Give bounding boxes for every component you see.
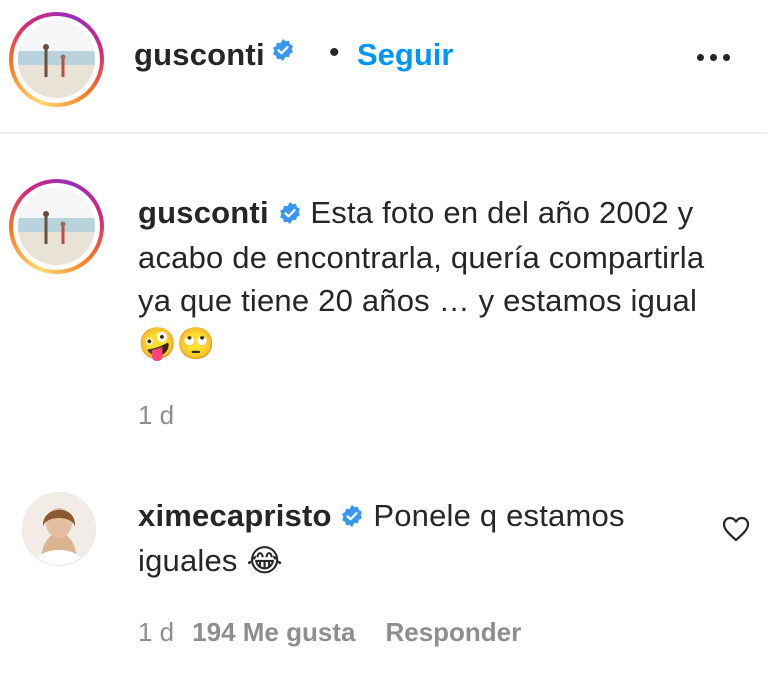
commenter-photo <box>23 493 95 565</box>
emoji-tears-of-joy: 😂 <box>246 542 283 578</box>
commenter-username[interactable]: ximecapristo <box>138 498 332 533</box>
reply-button[interactable]: Responder <box>385 617 521 647</box>
beach-photo <box>18 21 95 98</box>
beach-photo <box>18 188 95 265</box>
caption-meta: 1 d <box>138 400 174 431</box>
separator-dot: • <box>329 36 340 69</box>
verified-badge-icon <box>340 496 364 539</box>
username[interactable]: gusconti <box>134 37 265 72</box>
comment-meta: 1 d 194 Me gusta Responder <box>138 617 521 648</box>
caption-time: 1 d <box>138 400 175 430</box>
post-header: gusconti • Seguir <box>0 0 767 110</box>
heart-icon[interactable] <box>722 516 750 542</box>
caption-username[interactable]: gusconti <box>138 195 269 230</box>
emoji-zany-rolling-eyes: 🤪🙄 <box>138 325 216 361</box>
comment-text-block: ximecapristo Ponele q estamos iguales 😂 <box>138 494 698 585</box>
follow-button[interactable]: Seguir <box>357 35 453 75</box>
avatar[interactable] <box>9 12 104 107</box>
comment-time: 1 d <box>138 617 175 647</box>
divider <box>0 132 767 134</box>
caption-text-block: gusconti Esta foto en del año 2002 y aca… <box>138 191 738 368</box>
verified-badge-icon <box>271 38 295 78</box>
like-count[interactable]: 194 Me gusta <box>192 617 355 647</box>
verified-badge-icon <box>278 193 302 236</box>
more-dots-icon[interactable] <box>690 48 740 68</box>
commenter-avatar[interactable] <box>22 492 96 566</box>
caption-avatar[interactable] <box>9 179 104 274</box>
